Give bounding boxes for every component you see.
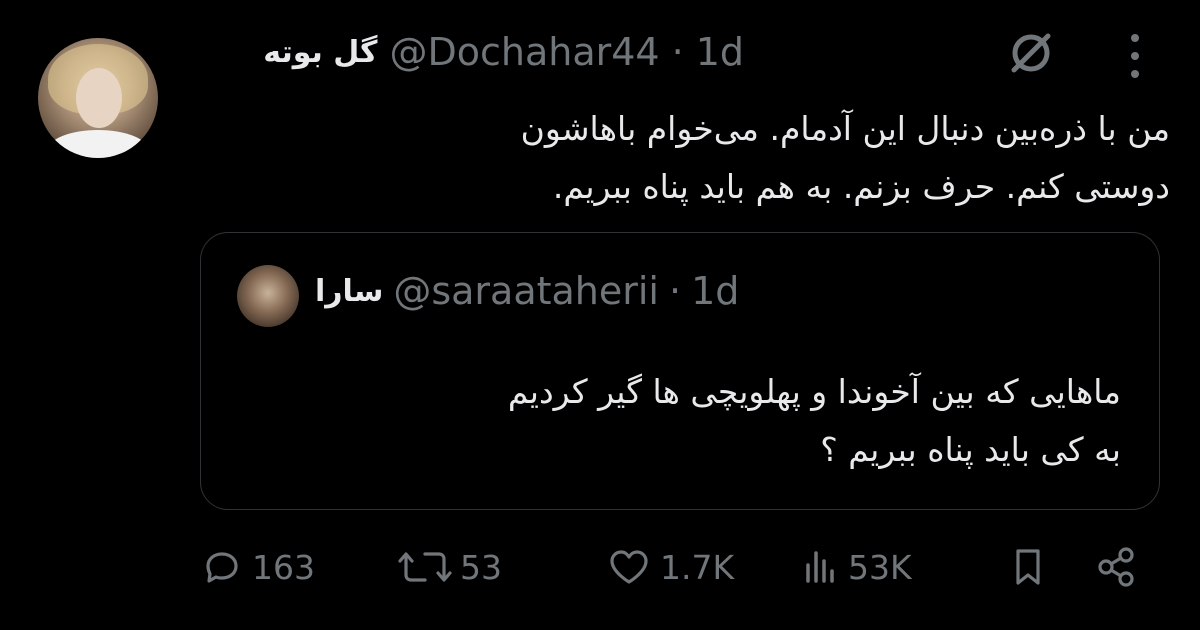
tweet-text: من با ذره‌بین دنبال این آدمام. می‌خوام ب… [520,109,1170,206]
separator-dot: · [671,30,684,74]
quote-text: ماهایی که بین آخوندا و پهلویچی ها گیر کر… [361,363,1121,479]
author-avatar[interactable] [38,38,158,158]
bookmark-button[interactable] [1008,545,1048,589]
reply-button[interactable]: 163 [200,545,315,589]
quote-header: سارا @saraataherii · 1d [315,269,739,313]
action-bar: 163 53 1.7K 53K [0,535,1200,605]
reply-count: 163 [252,547,315,587]
retweet-icon [398,552,452,582]
heart-icon [610,550,648,584]
grok-icon[interactable] [1006,28,1056,78]
author-display-name[interactable]: گل بوته [263,35,377,70]
quote-separator-dot: · [669,269,682,313]
tweet-time[interactable]: 1d [696,30,744,74]
reply-icon [206,552,238,583]
quote-time: 1d [691,269,740,313]
quote-text-line-1: ماهایی که بین آخوندا و پهلویچی ها گیر کر… [507,372,1121,411]
share-button[interactable] [1092,545,1140,589]
views-icon [806,551,834,583]
quote-text-line-2: به کی باید پناه ببریم ؟ [820,430,1121,469]
quote-avatar[interactable] [237,265,299,327]
retweet-button[interactable]: 53 [398,545,502,589]
like-button[interactable]: 1.7K [606,545,734,589]
views-count: 53K [848,547,912,587]
bookmark-icon [1016,549,1040,585]
tweet-header: گل بوته @Dochahar44 · 1d [263,30,744,74]
quote-display-name: سارا [315,273,384,309]
more-vertical-icon[interactable] [1126,34,1144,78]
retweet-count: 53 [460,547,502,587]
author-handle[interactable]: @Dochahar44 [389,30,659,74]
like-count: 1.7K [660,547,735,587]
share-icon [1098,547,1134,587]
views-button[interactable]: 53K [800,545,912,589]
quoted-tweet-card[interactable]: سارا @saraataherii · 1d ماهایی که بین آخ… [200,232,1160,510]
quote-handle: @saraataherii [393,269,659,313]
